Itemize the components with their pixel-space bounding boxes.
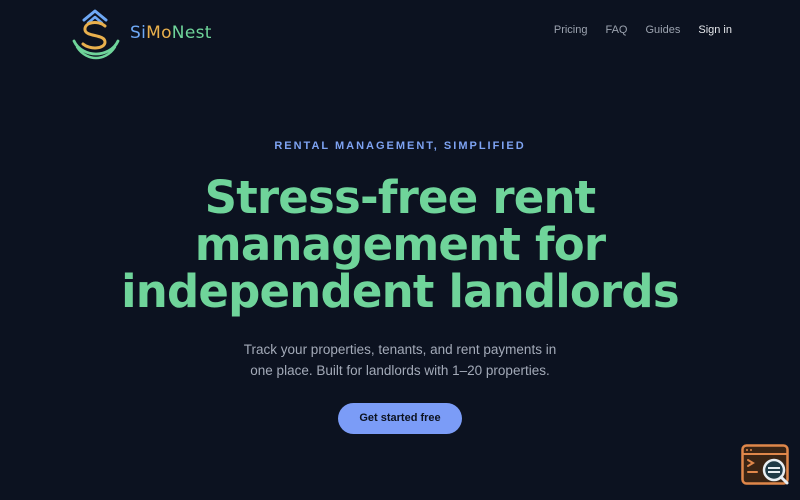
nav-link-guides[interactable]: Guides xyxy=(646,24,681,36)
headline-line: management for xyxy=(194,218,606,271)
hero-headline: Stress-free rent management for independ… xyxy=(20,174,780,315)
brand-logo[interactable]: SiMoNest xyxy=(68,4,212,62)
sign-in-link[interactable]: Sign in xyxy=(698,24,732,36)
subtitle-line: Track your properties, tenants, and rent… xyxy=(243,342,557,357)
terminal-search-icon[interactable] xyxy=(741,444,789,486)
brand-name-part: Si xyxy=(130,23,147,43)
nav-link-pricing[interactable]: Pricing xyxy=(554,24,588,36)
hero-subtitle: Track your properties, tenants, and rent… xyxy=(220,339,580,381)
house-s-logo-icon xyxy=(72,9,120,60)
brand-name-part: Mo xyxy=(146,23,172,43)
headline-line: independent landlords xyxy=(121,265,679,318)
nav-links: Pricing FAQ Guides Sign in xyxy=(554,24,732,36)
get-started-button[interactable]: Get started free xyxy=(338,403,462,434)
top-nav: SiMoNest Pricing FAQ Guides Sign in xyxy=(0,0,800,64)
hero-eyebrow: RENTAL MANAGEMENT, SIMPLIFIED xyxy=(274,140,526,152)
hero-section: RENTAL MANAGEMENT, SIMPLIFIED Stress-fre… xyxy=(0,140,800,434)
headline-line: Stress-free rent xyxy=(204,171,597,224)
brand-name-part: Nest xyxy=(171,23,212,43)
brand-name: SiMoNest xyxy=(130,23,212,43)
subtitle-line: one place. Built for landlords with 1–20… xyxy=(250,363,550,378)
nav-link-faq[interactable]: FAQ xyxy=(605,24,627,36)
